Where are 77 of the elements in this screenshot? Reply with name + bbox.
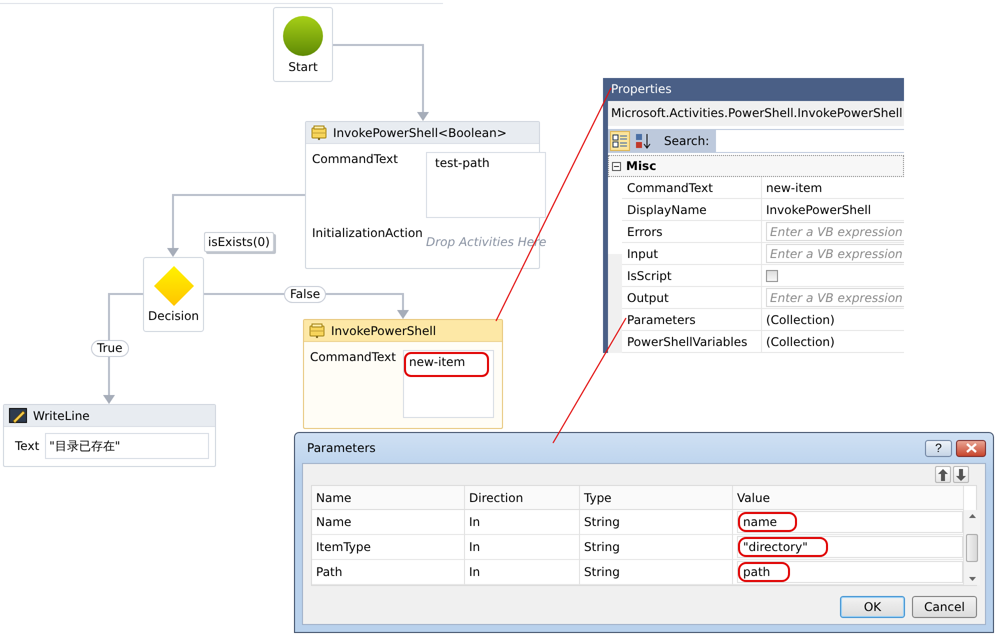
circle-icon [283,16,323,56]
help-button[interactable]: ? [925,440,952,456]
start-node[interactable]: Start [273,7,333,82]
close-button[interactable] [956,440,986,456]
property-value: InvokePowerShell [766,202,872,216]
scroll-up-icon[interactable] [968,514,976,518]
table-cell: Name [312,510,465,535]
activity-card[interactable]: InvokePowerShell CommandText new-item [303,319,503,429]
table-cell: In [465,510,580,535]
command-field[interactable]: new-item [403,350,494,418]
activity-title: InvokePowerShell<Boolean> [333,126,507,140]
column-header[interactable]: Direction [465,486,580,510]
table-cell: ItemType [312,535,465,560]
table-cell: Path [312,560,465,585]
activity-title: InvokePowerShell [331,324,436,338]
field-label: CommandText [312,152,399,168]
panel-title: Properties [610,81,673,98]
scroll-down-icon[interactable] [968,577,976,581]
command-value: new-item [404,352,490,377]
dialog-title: Parameters [306,441,377,455]
diamond-icon [154,266,194,306]
dialog-button[interactable]: Cancel [912,596,977,618]
property-value: new-item [766,180,822,194]
value-field[interactable]: path [737,561,963,583]
activity-title: WriteLine [33,408,90,422]
branch-label: False [284,286,326,303]
type-name: Microsoft.Activities.PowerShell.InvokePowerShell [608,101,904,126]
activity-icon [309,322,325,338]
expression-field[interactable]: Enter a VB expression [766,288,904,307]
categorized-view-button[interactable] [610,131,630,151]
table-cell: In [465,560,580,585]
condition-annotation: isExists(0) [204,232,274,252]
category-name: Misc [626,159,656,173]
table-cell: String [580,535,733,560]
value-text: path [738,562,790,582]
table-cell: String [580,560,733,585]
column-header[interactable]: Name [312,486,465,510]
value-field[interactable]: "directory" [737,536,963,558]
column-header[interactable]: Value [733,486,964,510]
search-field[interactable] [716,130,904,152]
activity-icon [311,124,327,140]
command-value: test-path [434,155,491,171]
command-field[interactable]: test-path [426,152,546,218]
column-header[interactable]: Type [580,486,733,510]
expression-field[interactable]: Enter a VB expression [766,244,904,263]
down-arrow-icon [956,468,966,480]
property-value: (Collection) [766,334,835,348]
property-name: DisplayName [622,199,762,220]
up-arrow-icon [938,468,948,480]
expression-field[interactable]: Enter a VB expression [766,222,904,241]
branch-label: True [91,340,128,357]
table-cell: String [580,510,733,535]
text-field[interactable]: "目录已存在" [45,433,209,459]
field-label: InitializationAction [312,226,420,242]
activity-card[interactable]: WriteLine Text "目录已存在" [3,404,216,467]
decision-node[interactable]: Decision [143,257,204,332]
field-label: Text [15,439,40,453]
value-text: "directory" [738,537,828,557]
property-name: CommandText [622,177,762,198]
move-up-button[interactable] [935,466,951,483]
pen-icon [9,408,27,424]
value-field[interactable]: name [737,511,963,533]
collapse-icon[interactable] [612,162,621,170]
scroll-thumb[interactable] [966,534,978,562]
table-cell: In [465,535,580,560]
field-label: CommandText [310,350,397,366]
value-text: name [738,512,798,532]
decision-label: Decision [148,309,200,323]
search-label: Search: [664,134,710,148]
start-label: Start [288,60,318,74]
dialog-button[interactable]: OK [840,596,905,618]
checkbox[interactable] [766,270,778,282]
close-icon [966,443,976,453]
property-name: Errors [622,221,762,242]
sort-button[interactable] [633,131,653,151]
move-down-button[interactable] [953,466,969,483]
property-value: (Collection) [766,312,835,326]
